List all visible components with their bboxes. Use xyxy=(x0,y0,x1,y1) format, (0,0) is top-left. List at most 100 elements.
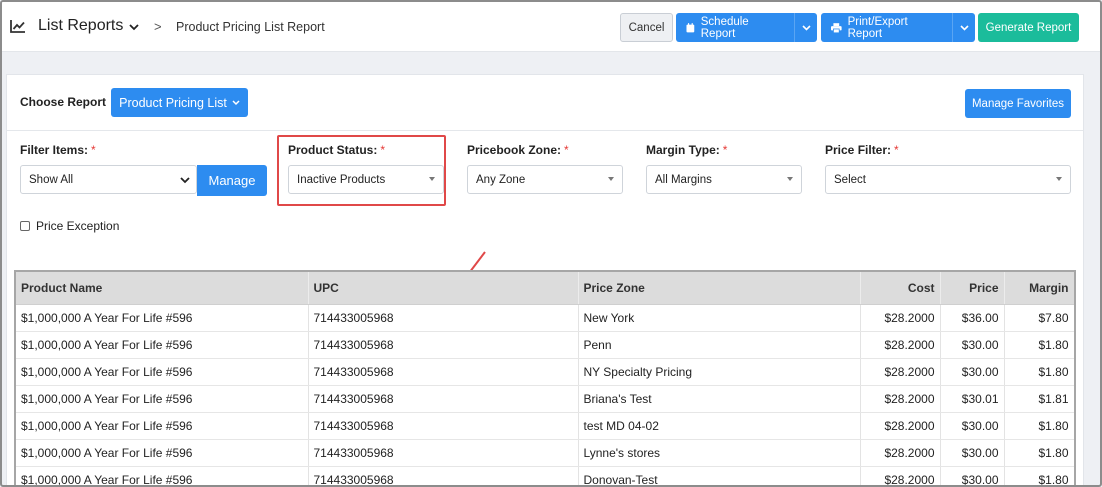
column-header[interactable]: Cost xyxy=(860,272,941,305)
margin-type-select[interactable]: All Margins xyxy=(646,165,802,194)
manage-favorites-button[interactable]: Manage Favorites xyxy=(965,89,1071,118)
chevron-down-icon xyxy=(959,24,969,31)
table-cell: $1.80 xyxy=(1004,412,1074,440)
pricebook-zone-label: Pricebook Zone: * xyxy=(467,143,569,157)
table-cell: Penn xyxy=(578,331,861,359)
cancel-button[interactable]: Cancel xyxy=(620,13,673,42)
filter-items-select[interactable]: Show All xyxy=(20,165,197,194)
table-cell: $28.2000 xyxy=(860,385,941,413)
table-row[interactable]: $1,000,000 A Year For Life #596 714433005… xyxy=(16,439,1074,467)
generate-report-button[interactable]: Generate Report xyxy=(978,13,1079,42)
table-cell: $7.80 xyxy=(1004,304,1074,332)
table-cell: $28.2000 xyxy=(860,358,941,386)
product-status-select[interactable]: Inactive Products xyxy=(288,165,444,194)
table-row[interactable]: $1,000,000 A Year For Life #596 714433005… xyxy=(16,466,1074,485)
required-mark: * xyxy=(722,143,728,157)
top-bar: List Reports > Product Pricing List Repo… xyxy=(2,2,1100,52)
table-cell: New York xyxy=(578,304,861,332)
line-chart-icon xyxy=(10,20,25,33)
table-row[interactable]: $1,000,000 A Year For Life #596 714433005… xyxy=(16,304,1074,332)
table-cell: $28.2000 xyxy=(860,304,941,332)
product-status-label: Product Status: * xyxy=(288,143,386,157)
table-row[interactable]: $1,000,000 A Year For Life #596 714433005… xyxy=(16,385,1074,413)
table-cell: $30.00 xyxy=(940,331,1005,359)
breadcrumb: Product Pricing List Report xyxy=(176,20,325,34)
table-row[interactable]: $1,000,000 A Year For Life #596 714433005… xyxy=(16,358,1074,386)
report-table: Product Name UPC Price Zone Cost Price Margin… xyxy=(16,272,1074,485)
pricebook-zone-select[interactable]: Any Zone xyxy=(467,165,623,194)
chevron-down-icon xyxy=(801,24,811,31)
filter-items-value: Show All xyxy=(29,173,74,186)
column-header[interactable]: UPC xyxy=(308,272,579,305)
column-header[interactable]: Price Zone xyxy=(578,272,861,305)
table-cell: $28.2000 xyxy=(860,466,941,485)
choose-report-label: Choose Report xyxy=(20,95,107,109)
table-cell: $30.01 xyxy=(940,385,1005,413)
required-mark: * xyxy=(564,143,569,157)
table-cell: Donovan-Test xyxy=(578,466,861,485)
print-export-label: Print/Export Report xyxy=(847,15,908,40)
table-cell: $1,000,000 A Year For Life #596 xyxy=(16,385,309,413)
table-cell: $1,000,000 A Year For Life #596 xyxy=(16,466,309,485)
schedule-report-split-button: Schedule Report xyxy=(676,13,817,42)
table-cell: Briana's Test xyxy=(578,385,861,413)
table-cell: 714433005968 xyxy=(308,331,579,359)
schedule-report-button[interactable]: Schedule Report xyxy=(676,13,794,42)
app-title[interactable]: List Reports xyxy=(38,17,123,35)
table-cell: 714433005968 xyxy=(308,466,579,485)
table-cell: test MD 04-02 xyxy=(578,412,861,440)
price-exception-label[interactable]: Price Exception xyxy=(36,219,119,233)
table-body: $1,000,000 A Year For Life #596 714433005… xyxy=(16,304,1074,485)
caret-down-icon xyxy=(608,177,614,181)
app-window: List Reports > Product Pricing List Repo… xyxy=(0,0,1102,487)
table-cell: 714433005968 xyxy=(308,412,579,440)
manage-filter-button[interactable]: Manage xyxy=(197,165,267,196)
breadcrumb-separator: > xyxy=(154,19,162,34)
margin-type-value: All Margins xyxy=(655,173,712,186)
table-cell: $1.80 xyxy=(1004,331,1074,359)
calendar-icon xyxy=(686,22,695,32)
table-row[interactable]: $1,000,000 A Year For Life #596 714433005… xyxy=(16,412,1074,440)
caret-down-icon xyxy=(429,177,435,181)
chevron-down-icon xyxy=(232,99,240,105)
schedule-report-label: Schedule Report xyxy=(700,15,749,40)
table-cell: $30.00 xyxy=(940,358,1005,386)
table-cell: $28.2000 xyxy=(860,331,941,359)
table-cell: $28.2000 xyxy=(860,412,941,440)
pricebook-zone-value: Any Zone xyxy=(476,173,526,186)
print-export-button[interactable]: Print/Export Report xyxy=(821,13,952,42)
table-cell: $1.80 xyxy=(1004,466,1074,485)
table-cell: 714433005968 xyxy=(308,304,579,332)
report-select-label: Product Pricing List xyxy=(119,95,227,110)
chevron-down-icon[interactable] xyxy=(128,22,140,32)
report-select-button[interactable]: Product Pricing List xyxy=(111,88,248,117)
table-cell: $1,000,000 A Year For Life #596 xyxy=(16,412,309,440)
table-cell: $30.00 xyxy=(940,466,1005,485)
table-cell: NY Specialty Pricing xyxy=(578,358,861,386)
required-mark: * xyxy=(894,143,899,157)
chevron-down-icon xyxy=(180,177,190,184)
table-cell: Lynne's stores xyxy=(578,439,861,467)
column-header[interactable]: Price xyxy=(940,272,1005,305)
print-export-dropdown[interactable] xyxy=(952,13,975,42)
table-cell: 714433005968 xyxy=(308,358,579,386)
table-cell: $30.00 xyxy=(940,412,1005,440)
table-cell: $1.80 xyxy=(1004,358,1074,386)
column-header[interactable]: Margin xyxy=(1004,272,1074,305)
printer-icon xyxy=(831,22,842,33)
table-cell: $28.2000 xyxy=(860,439,941,467)
price-filter-label: Price Filter: * xyxy=(825,143,899,157)
price-exception-checkbox[interactable] xyxy=(20,221,30,231)
caret-down-icon xyxy=(787,177,793,181)
schedule-report-dropdown[interactable] xyxy=(794,13,817,42)
table-cell: $1,000,000 A Year For Life #596 xyxy=(16,439,309,467)
table-cell: $36.00 xyxy=(940,304,1005,332)
print-export-split-button: Print/Export Report xyxy=(821,13,975,42)
report-card: Choose Report Product Pricing List Manag… xyxy=(6,74,1084,485)
required-mark: * xyxy=(91,143,96,157)
column-header[interactable]: Product Name xyxy=(16,272,309,305)
price-filter-value: Select xyxy=(834,173,866,186)
table-row[interactable]: $1,000,000 A Year For Life #596 714433005… xyxy=(16,331,1074,359)
divider xyxy=(7,130,1083,131)
price-filter-select[interactable]: Select xyxy=(825,165,1071,194)
